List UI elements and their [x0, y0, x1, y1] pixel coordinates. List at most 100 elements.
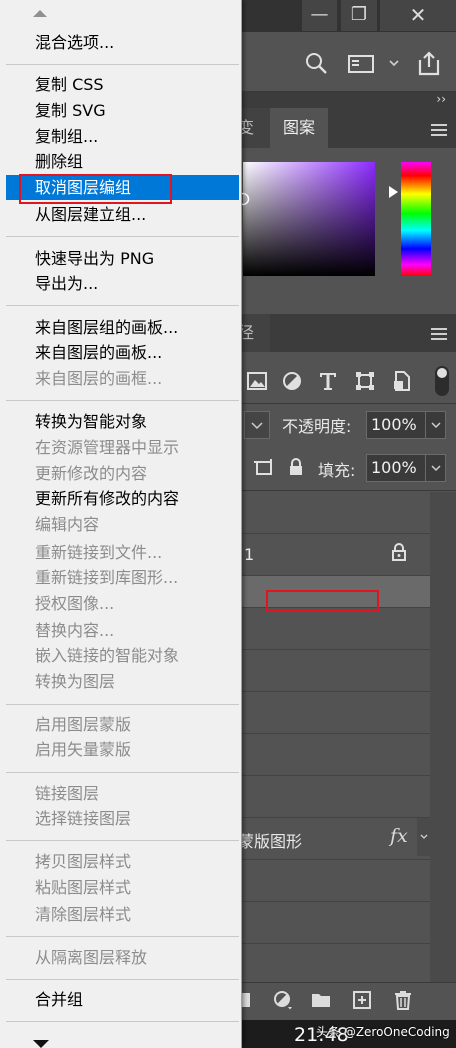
search-icon[interactable] — [305, 52, 327, 74]
hue-slider-marker[interactable] — [389, 186, 398, 198]
menu-item-duplicate-group[interactable]: 复制组... — [6, 124, 239, 149]
menu-item-enable-layer-mask: 启用图层蒙版 — [35, 715, 132, 734]
chevron-down-icon[interactable] — [388, 58, 400, 68]
chevron-down-icon — [430, 422, 441, 429]
collapse-panels-icon[interactable]: ›› — [436, 92, 446, 106]
lock-all-icon[interactable] — [288, 458, 304, 476]
menu-item-delete-group[interactable]: 删除组 — [6, 149, 239, 174]
menu-separator — [6, 936, 239, 937]
smart-object-filter-icon[interactable] — [392, 371, 412, 391]
menu-item-copy-svg[interactable]: 复制 SVG — [6, 98, 239, 123]
shape-filter-icon[interactable] — [355, 371, 375, 391]
divider — [230, 403, 456, 404]
menu-item-artboard-from-group[interactable]: 来自图层组的画板... — [6, 315, 239, 340]
menu-item-select-linked-layers: 选择链接图层 — [35, 809, 132, 828]
menu-separator — [6, 236, 239, 237]
menu-item-export-as[interactable]: 导出为... — [6, 271, 239, 296]
fill-label: 填充: — [318, 461, 356, 480]
new-group-icon[interactable] — [311, 990, 331, 1010]
menu-item-merge-group[interactable]: 合并组 — [6, 987, 239, 1012]
menu-item-copy-layer-style: 拷贝图层样式 — [35, 852, 132, 871]
layers-panel-menu-icon[interactable] — [431, 328, 447, 340]
divider — [230, 490, 456, 491]
layers-bottom-bar — [230, 982, 456, 1018]
menu-item-paste-layer-style: 粘贴图层样式 — [35, 878, 132, 897]
chevron-down-icon — [420, 834, 428, 839]
menu-item-frame-from-layers: 来自图层的画框... — [35, 369, 163, 388]
menu-item-enable-vector-mask: 启用矢量蒙版 — [35, 740, 132, 759]
new-layer-icon[interactable] — [352, 990, 372, 1010]
menu-item-replace-contents: 替换内容... — [35, 621, 115, 640]
new-adjustment-layer-icon[interactable] — [273, 990, 293, 1010]
share-icon[interactable] — [416, 50, 442, 76]
layer-row[interactable] — [230, 608, 430, 650]
panel-menu-icon[interactable] — [431, 124, 447, 136]
menu-item-embed-linked: 嵌入链接的智能对象 — [35, 646, 180, 665]
menu-item-blending-options[interactable]: 混合选项... — [6, 30, 239, 55]
menu-item-artboard-from-layers[interactable]: 来自图层的画板... — [6, 340, 239, 365]
menu-separator — [6, 64, 239, 65]
workspace-icon[interactable] — [348, 55, 374, 73]
menu-separator — [6, 704, 239, 705]
tab-patterns[interactable]: 图案 — [270, 108, 328, 148]
menu-separator — [6, 840, 239, 841]
menu-item-reveal-in-explorer: 在资源管理器中显示 — [35, 438, 180, 457]
annotation-highlight-box — [19, 174, 172, 204]
menu-item-update-all-modified-content[interactable]: 更新所有修改的内容 — [6, 486, 239, 511]
menu-scroll-down-icon[interactable] — [33, 1040, 49, 1048]
menu-item-relink-to-file: 重新链接到文件... — [35, 543, 163, 562]
effects-expand-button[interactable] — [417, 818, 431, 856]
minimize-button[interactable]: — — [302, 0, 337, 31]
opacity-dropdown-button[interactable] — [426, 411, 446, 439]
layer-name: 蒙版图形 — [238, 832, 303, 851]
layer-lock-icon — [392, 543, 406, 561]
opacity-input[interactable]: 100% — [366, 411, 426, 439]
menu-item-link-layers: 链接图层 — [35, 784, 100, 803]
fill-input[interactable]: 100% — [366, 454, 426, 482]
menu-separator — [6, 400, 239, 401]
menu-item-convert-to-smart-object[interactable]: 转换为智能对象 — [6, 409, 239, 434]
menu-item-edit-contents: 编辑内容 — [35, 515, 100, 534]
opacity-label: 不透明度: — [282, 417, 352, 436]
layer-row[interactable] — [230, 860, 430, 902]
menu-item-relink-to-library: 重新链接到库图形... — [35, 568, 179, 587]
chevron-down-icon — [251, 422, 263, 430]
layer-name: 1 — [244, 545, 255, 564]
menu-item-update-modified-content: 更新修改的内容 — [35, 464, 148, 483]
blend-mode-dropdown[interactable] — [244, 411, 270, 439]
layer-context-menu: 混合选项... 复制 CSS 复制 SVG 复制组... 删除组 取消图层编组 … — [0, 0, 242, 1048]
chevron-down-icon — [430, 465, 441, 472]
menu-separator — [6, 305, 239, 306]
menu-item-convert-to-layers: 转换为图层 — [35, 672, 116, 691]
lock-artboard-icon[interactable] — [253, 458, 275, 478]
menu-scroll-up-icon[interactable] — [33, 10, 47, 17]
menu-separator — [6, 979, 239, 980]
layer-row[interactable] — [230, 492, 430, 534]
add-mask-icon[interactable] — [240, 990, 260, 1010]
layer-row[interactable] — [230, 776, 430, 818]
menu-item-quick-export-png[interactable]: 快速导出为 PNG — [6, 246, 239, 271]
layer-row[interactable] — [230, 650, 430, 692]
color-picker-field[interactable] — [236, 162, 375, 276]
menu-item-copy-css[interactable]: 复制 CSS — [6, 72, 239, 97]
layers-scrollbar[interactable] — [430, 492, 456, 982]
fill-dropdown-button[interactable] — [426, 454, 446, 482]
image-filter-icon[interactable] — [247, 371, 267, 391]
hue-slider[interactable] — [401, 162, 431, 276]
layer-row[interactable] — [230, 902, 430, 944]
layer-effects-icon[interactable]: fx — [390, 825, 408, 847]
menu-separator — [6, 1021, 239, 1022]
layer-row[interactable] — [230, 734, 430, 776]
type-filter-icon[interactable] — [318, 371, 338, 391]
filter-toggle[interactable] — [435, 366, 449, 396]
menu-item-license-image: 授权图像... — [35, 594, 115, 613]
watermark: 头条 @ZeroOneCoding — [316, 1025, 450, 1039]
restore-button[interactable]: ❐ — [341, 0, 377, 31]
close-button[interactable]: ✕ — [380, 0, 456, 31]
trash-icon[interactable] — [393, 990, 413, 1010]
menu-item-group-from-layers[interactable]: 从图层建立组... — [6, 202, 239, 227]
menu-separator — [6, 772, 239, 773]
menu-item-clear-layer-style: 清除图层样式 — [35, 905, 132, 924]
layer-row[interactable] — [230, 692, 430, 734]
adjustment-filter-icon[interactable] — [282, 371, 302, 391]
